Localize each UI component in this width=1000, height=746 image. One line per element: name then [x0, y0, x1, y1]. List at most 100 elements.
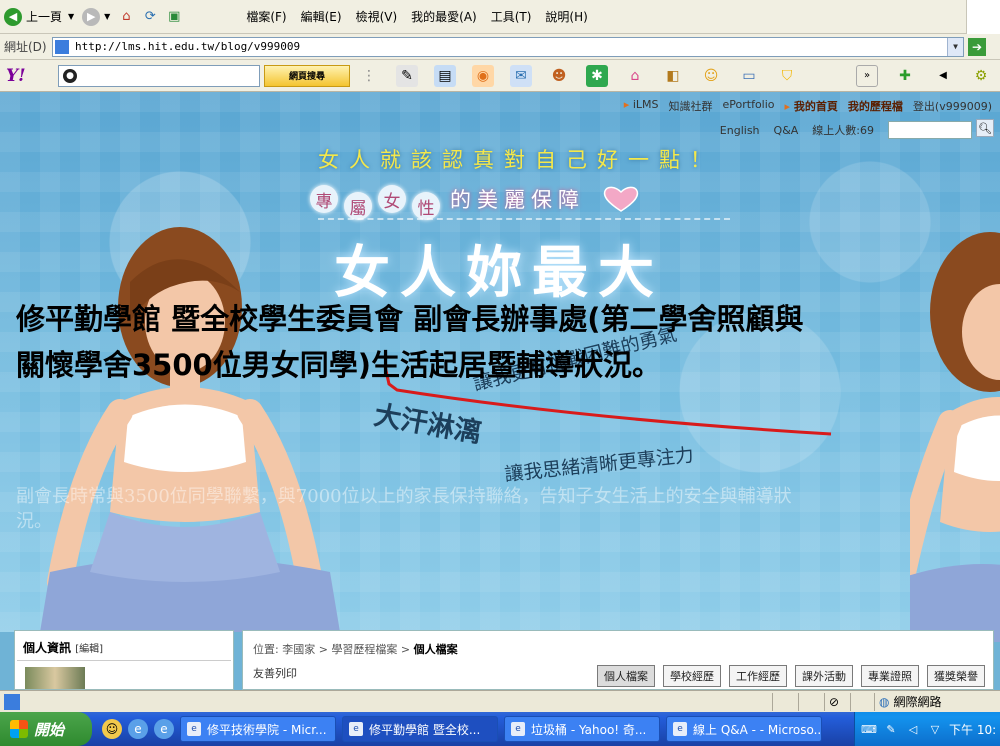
scroll-left-icon[interactable]: ◀	[932, 65, 954, 87]
network-icon[interactable]: ▽	[927, 721, 943, 737]
taskbar-item-label: 修平技術學院 - Micr...	[207, 722, 327, 737]
tab-awards[interactable]: 獲獎榮譽	[927, 665, 985, 687]
yahoo-toolbar: Y! ● 網頁搜尋 ⋮ ✎ ▤ ◉ ✉ ☻ ✱ ⌂ ◧ ☺ ▭ ⛉ » ✚ ◀ …	[0, 60, 1000, 92]
home-icon[interactable]: ⌂	[117, 8, 135, 26]
back-label: 上一頁	[26, 10, 63, 24]
yahoo-logo[interactable]: Y!	[6, 66, 58, 86]
breadcrumb-current: 個人檔案	[413, 643, 458, 656]
online-count: 線上人數:69	[812, 124, 874, 137]
taskbar-item[interactable]: e 垃圾桶 - Yahoo! 奇...	[504, 716, 660, 742]
banner: ▸ iLMS 知識社群 ePortfolio ▸ 我的首頁 我的歷程檔 登出(v…	[0, 92, 1000, 642]
taskbar-item[interactable]: e 修平技術學院 - Micr...	[180, 716, 336, 742]
taskbar-item[interactable]: e 修平勤學館 暨全校...	[342, 716, 498, 742]
more-chevron-icon[interactable]: »	[856, 64, 878, 87]
go-button[interactable]: ➔	[968, 37, 986, 56]
search-icon: ●	[63, 68, 77, 83]
tab-work[interactable]: 工作經歷	[729, 665, 787, 687]
menu-help[interactable]: 說明(H)	[545, 8, 587, 25]
mail-icon[interactable]: ✉	[510, 64, 532, 87]
breadcrumb-item-owner[interactable]: 李國家	[282, 643, 315, 656]
tab-school[interactable]: 學校經歷	[663, 665, 721, 687]
forward-button[interactable]: ▶ ▼	[78, 4, 114, 30]
forward-dropdown-icon[interactable]: ▼	[104, 12, 110, 21]
friendly-print-link[interactable]: 友善列印	[253, 665, 297, 681]
link-ilms-label: iLMS	[632, 98, 659, 111]
portfolio-tabs: 個人檔案 學校經歷 工作經歷 課外活動 專業證照 獲獎榮譽	[597, 665, 985, 687]
windows-taskbar: 開始 ☺ e e e 修平技術學院 - Micr... e 修平勤學館 暨全校...…	[0, 712, 1000, 746]
slogan-line2-rest: 的美麗保障	[450, 188, 585, 212]
heart-icon	[603, 186, 639, 212]
windows-flag-icon	[10, 720, 28, 738]
menu-file[interactable]: 檔案(F)	[246, 8, 286, 25]
yahoo-search-button[interactable]: 網頁搜尋	[264, 64, 350, 87]
address-input[interactable]: http://lms.hit.edu.tw/blog/v999009 ▼	[52, 36, 964, 57]
pen-icon[interactable]: ✎	[883, 721, 899, 737]
start-button[interactable]: 開始	[0, 712, 92, 746]
bookmark-icon[interactable]: ▤	[434, 64, 456, 87]
bullet-icon: ▸	[784, 100, 791, 113]
keyboard-icon[interactable]: ⌨	[861, 721, 877, 737]
personal-info-title: 個人資訊 [編輯]	[17, 631, 231, 661]
yoga-woman-right-image	[910, 232, 1000, 642]
asterisk-icon[interactable]: ✱	[586, 64, 608, 87]
ie-window-icon: e	[673, 722, 687, 736]
slogan-bubble-1: 專	[310, 185, 338, 213]
menu-tools[interactable]: 工具(T)	[491, 8, 532, 25]
system-tray: ⌨ ✎ ◁ ▽ 下午 10:	[854, 712, 1000, 746]
status-segment	[798, 692, 824, 711]
personal-info-edit-link[interactable]: [編輯]	[75, 644, 103, 655]
window-icon[interactable]: ▭	[738, 65, 760, 87]
ie-quick-icon[interactable]: e	[128, 719, 148, 739]
tab-certificates[interactable]: 專業證照	[861, 665, 919, 687]
banner-script-line2: 讓我思緒清晰更專注力	[503, 444, 695, 486]
breadcrumb-item-portfolio[interactable]: 學習歷程檔案	[331, 643, 397, 656]
refresh-icon[interactable]: ⟳	[141, 8, 159, 26]
link-logout[interactable]: 登出(v999009)	[913, 98, 992, 114]
breadcrumb: 位置: 李國家 > 學習歷程檔案 > 個人檔案	[253, 643, 458, 656]
menu-edit[interactable]: 編輯(E)	[301, 8, 342, 25]
house-icon[interactable]: ⌂	[624, 65, 646, 87]
taskbar-item[interactable]: e 線上 Q&A - - Microso...	[666, 716, 822, 742]
tab-profile[interactable]: 個人檔案	[597, 665, 655, 687]
security-zone-label: 網際網路	[893, 695, 942, 709]
ie-page-icon	[55, 39, 69, 54]
address-value: http://lms.hit.edu.tw/blog/v999009	[75, 40, 301, 53]
link-my-portfolio[interactable]: 我的歷程檔	[848, 98, 903, 114]
link-english[interactable]: English	[720, 124, 760, 137]
back-dropdown-icon[interactable]: ▼	[68, 12, 74, 21]
link-my-home[interactable]: ▸ 我的首頁	[785, 98, 838, 114]
shield-icon[interactable]: ⛉	[776, 65, 798, 87]
smiley-icon[interactable]: ☺	[700, 65, 722, 87]
rss-icon[interactable]: ◉	[472, 64, 494, 87]
clock: 下午 10:	[949, 722, 997, 737]
taskbar-item-label: 線上 Q&A - - Microso...	[693, 722, 822, 737]
link-qa[interactable]: Q&A	[774, 124, 799, 137]
back-button[interactable]: ◀ 上一頁 ▼	[0, 4, 78, 30]
popup-blocked-icon[interactable]: ⊘	[824, 692, 850, 711]
back-arrow-icon: ◀	[4, 7, 22, 26]
bag-icon[interactable]: ◧	[662, 65, 684, 87]
add-icon[interactable]: ✚	[894, 65, 916, 87]
link-my-home-label: 我的首頁	[793, 100, 838, 113]
yahoo-search-input[interactable]: ●	[58, 64, 260, 87]
page-icon[interactable]: ▣	[165, 8, 183, 26]
link-ilms[interactable]: ▸ iLMS	[624, 98, 659, 114]
yoga-woman-left-image	[40, 227, 340, 632]
ie-quick-icon[interactable]: e	[154, 719, 174, 739]
link-eportfolio[interactable]: ePortfolio	[723, 98, 775, 114]
link-knowledge[interactable]: 知識社群	[669, 98, 713, 114]
gear-icon[interactable]: ⚙	[970, 65, 992, 87]
tab-activities[interactable]: 課外活動	[795, 665, 853, 687]
menu-favorites[interactable]: 我的最愛(A)	[411, 8, 477, 25]
pencil-icon[interactable]: ✎	[396, 64, 418, 87]
toolbar-grip-icon: ⋮	[362, 67, 376, 84]
portfolio-pane: 位置: 李國家 > 學習歷程檔案 > 個人檔案 友善列印 個人檔案 學校經歷 工…	[242, 630, 994, 690]
address-dropdown-icon[interactable]: ▼	[947, 37, 963, 56]
volume-icon[interactable]: ◁	[905, 721, 921, 737]
site-search-input[interactable]	[888, 121, 972, 139]
magnifier-icon[interactable]: 🔍︎	[976, 119, 994, 137]
messenger-icon[interactable]: ☻	[548, 65, 570, 87]
personal-info-pane: 個人資訊 [編輯]	[14, 630, 234, 690]
menu-view[interactable]: 檢視(V)	[356, 8, 398, 25]
messenger-quick-icon[interactable]: ☺	[102, 719, 122, 739]
